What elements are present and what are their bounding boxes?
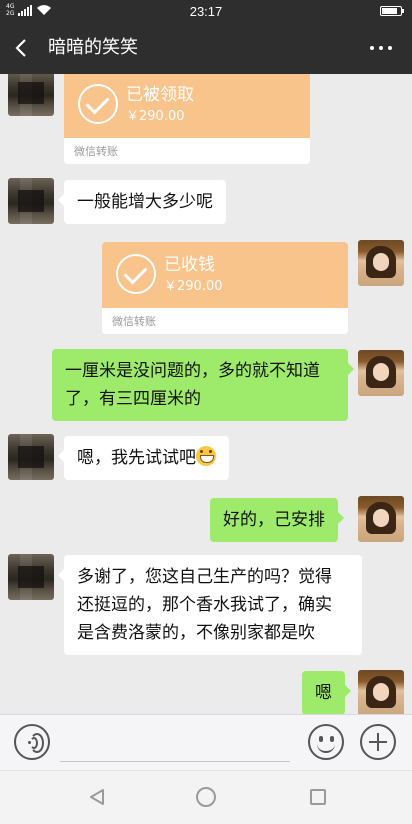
- emoji-icon[interactable]: [308, 724, 344, 760]
- battery-level: [382, 8, 398, 14]
- chat-message-list[interactable]: 已被领取 ￥290.00 微信转账 一般能增大多少呢 已收钱 ￥290.00 微…: [0, 74, 412, 714]
- message-text: 嗯，我先试试吧: [77, 448, 196, 468]
- message-bubble-right[interactable]: 好的，己安排: [210, 498, 344, 542]
- contact-avatar[interactable]: [8, 178, 54, 224]
- check-circle-icon: [78, 84, 118, 124]
- contact-avatar[interactable]: [8, 434, 54, 480]
- chat-header: 暗暗的笑笑: [0, 22, 412, 74]
- more-options-icon[interactable]: [370, 46, 392, 50]
- message-bubble-right[interactable]: 一厘米是没问题的，多的就不知道 了，有三四厘米的: [52, 349, 354, 421]
- back-arrow-icon[interactable]: [12, 38, 32, 58]
- transfer-label: 微信转账: [112, 315, 156, 328]
- self-avatar[interactable]: [358, 350, 404, 396]
- message-input[interactable]: [60, 761, 290, 762]
- message-bubble-left[interactable]: 一般能增大多少呢: [58, 180, 226, 224]
- triangle-back-icon[interactable]: [88, 788, 106, 806]
- transfer-status: 已收钱: [164, 255, 215, 275]
- transfer-card-collected[interactable]: 已收钱 ￥290.00 微信转账: [102, 242, 348, 334]
- contact-avatar[interactable]: [8, 74, 54, 116]
- transfer-status: 已被领取: [126, 85, 194, 105]
- voice-icon[interactable]: [14, 724, 50, 760]
- message-text: 嗯: [315, 683, 332, 703]
- system-navigation-bar: [0, 770, 412, 824]
- battery-icon: [380, 6, 404, 16]
- message-bubble-left[interactable]: 多谢了，您这自己生产的吗？觉得 还挺逗的，那个香水我试了，确实 是含费洛蒙的，不…: [58, 555, 362, 655]
- status-bar: 4G 2G 23:17: [0, 0, 412, 22]
- check-circle-icon: [116, 254, 156, 294]
- self-avatar[interactable]: [358, 670, 404, 714]
- square-recent-icon[interactable]: [310, 789, 326, 805]
- chat-input-bar: [0, 714, 412, 770]
- message-text-line: 多谢了，您这自己生产的吗？觉得: [77, 567, 332, 587]
- transfer-card-received[interactable]: 已被领取 ￥290.00 微信转账: [64, 74, 310, 164]
- plus-icon[interactable]: [360, 724, 396, 760]
- message-text-line: 是含费洛蒙的，不像别家都是吹: [77, 623, 315, 643]
- message-bubble-right[interactable]: 嗯: [302, 671, 351, 714]
- message-text: 好的，己安排: [223, 510, 325, 530]
- transfer-amount: ￥290.00: [164, 279, 223, 294]
- message-text-line: 还挺逗的，那个香水我试了，确实: [77, 595, 332, 615]
- message-text-line: 了，有三四厘米的: [65, 389, 201, 409]
- message-bubble-left[interactable]: 嗯，我先试试吧: [58, 436, 229, 480]
- message-text-line: 一厘米是没问题的，多的就不知道: [65, 361, 320, 381]
- chat-title: 暗暗的笑笑: [48, 37, 138, 58]
- transfer-amount: ￥290.00: [126, 109, 185, 124]
- transfer-label: 微信转账: [74, 145, 118, 158]
- circle-home-icon[interactable]: [196, 787, 216, 807]
- self-avatar[interactable]: [358, 240, 404, 286]
- grin-emoji-icon: [196, 446, 216, 466]
- status-time: 23:17: [189, 4, 223, 19]
- contact-avatar[interactable]: [8, 554, 54, 600]
- message-text: 一般能增大多少呢: [77, 192, 213, 212]
- self-avatar[interactable]: [358, 496, 404, 542]
